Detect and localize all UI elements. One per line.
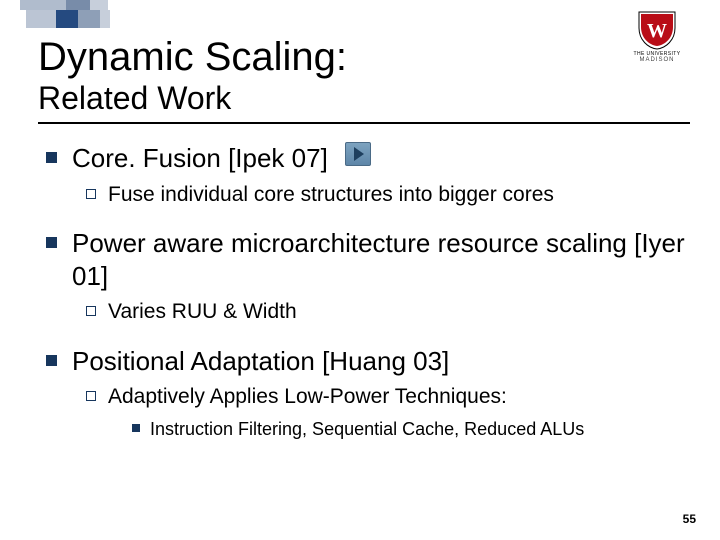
bullet-text: Power aware microarchitecture resource s…	[72, 228, 685, 291]
bullet-item: Positional Adaptation [Huang 03] Adaptiv…	[40, 345, 690, 442]
sub-bullet-item: Adaptively Applies Low-Power Techniques:…	[84, 383, 690, 442]
sub-sub-bullet-item: Instruction Filtering, Sequential Cache,…	[130, 417, 690, 441]
sub-bullet-item: Fuse individual core structures into big…	[84, 181, 690, 209]
bullet-item: Power aware microarchitecture resource s…	[40, 227, 690, 326]
bullet-text: Core. Fusion [Ipek 07]	[72, 143, 328, 173]
sub-bullet-item: Varies RUU & Width	[84, 298, 690, 326]
sub-sub-bullet-text: Instruction Filtering, Sequential Cache,…	[150, 419, 584, 439]
sub-bullet-text: Adaptively Applies Low-Power Techniques:	[108, 385, 507, 408]
decorative-header-squares	[0, 0, 720, 28]
sub-bullet-text: Fuse individual core structures into big…	[108, 183, 554, 206]
slide-content: Dynamic Scaling: Related Work Core. Fusi…	[38, 36, 690, 460]
sub-bullet-text: Varies RUU & Width	[108, 300, 297, 323]
slide-title: Dynamic Scaling:	[38, 36, 690, 79]
play-icon[interactable]	[345, 142, 371, 166]
slide-subtitle: Related Work	[38, 81, 690, 116]
title-rule	[38, 122, 690, 124]
bullet-text: Positional Adaptation [Huang 03]	[72, 346, 449, 376]
bullet-item: Core. Fusion [Ipek 07] Fuse individual c…	[40, 142, 690, 209]
page-number: 55	[683, 512, 696, 526]
bullet-list: Core. Fusion [Ipek 07] Fuse individual c…	[40, 142, 690, 441]
